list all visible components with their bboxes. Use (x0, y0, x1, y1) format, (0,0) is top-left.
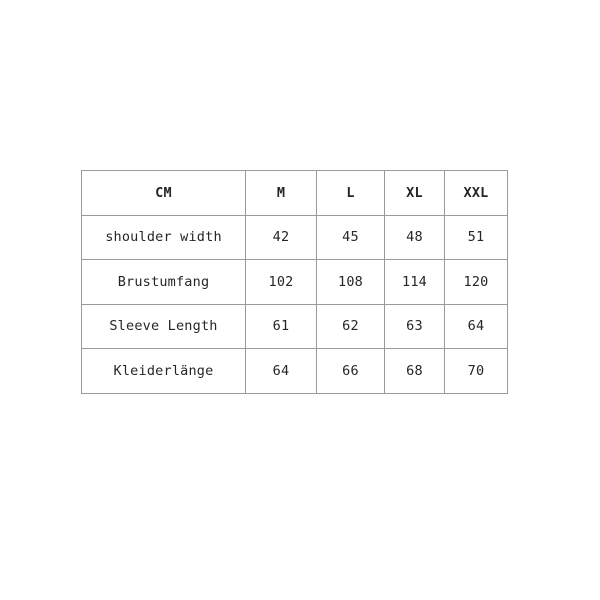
page-root: CM M L XL XXL shoulder width 42 45 48 51… (0, 0, 600, 600)
table-header-row: CM M L XL XXL (81, 170, 508, 216)
cell-brustumfang-xl: 114 (384, 259, 445, 305)
row-label-sleeve-length: Sleeve Length (81, 303, 246, 349)
header-cell-size-l: L (316, 170, 385, 216)
header-cell-size-xl: XL (384, 170, 445, 216)
row-label-brustumfang: Brustumfang (81, 259, 246, 305)
cell-kleiderlaenge-xl: 68 (384, 348, 445, 394)
cell-kleiderlaenge-m: 64 (245, 348, 317, 394)
cell-brustumfang-m: 102 (245, 259, 317, 305)
cell-kleiderlaenge-xxl: 70 (444, 348, 508, 394)
header-cell-unit: CM (81, 170, 246, 216)
table-row: shoulder width 42 45 48 51 (81, 214, 508, 260)
cell-brustumfang-l: 108 (316, 259, 385, 305)
table-row: Brustumfang 102 108 114 120 (81, 259, 508, 305)
cell-shoulder-width-xl: 48 (384, 214, 445, 260)
header-cell-size-xxl: XXL (444, 170, 508, 216)
cell-sleeve-length-xxl: 64 (444, 303, 508, 349)
row-label-shoulder-width: shoulder width (81, 214, 246, 260)
cell-sleeve-length-xl: 63 (384, 303, 445, 349)
size-chart-table: CM M L XL XXL shoulder width 42 45 48 51… (81, 170, 508, 394)
cell-sleeve-length-m: 61 (245, 303, 317, 349)
cell-shoulder-width-m: 42 (245, 214, 317, 260)
cell-sleeve-length-l: 62 (316, 303, 385, 349)
cell-brustumfang-xxl: 120 (444, 259, 508, 305)
row-label-kleiderlaenge: Kleiderlänge (81, 348, 246, 394)
table-row: Kleiderlänge 64 66 68 70 (81, 348, 508, 394)
cell-kleiderlaenge-l: 66 (316, 348, 385, 394)
table-row: Sleeve Length 61 62 63 64 (81, 303, 508, 349)
cell-shoulder-width-xxl: 51 (444, 214, 508, 260)
header-cell-size-m: M (245, 170, 317, 216)
cell-shoulder-width-l: 45 (316, 214, 385, 260)
